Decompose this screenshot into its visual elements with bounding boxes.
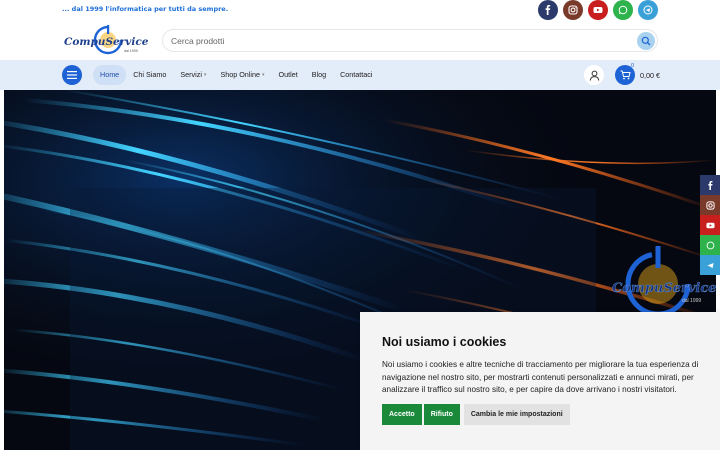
cart-count: 0: [631, 63, 635, 69]
nav-items: Home Chi Siamo Servizi ▾ Shop Online ▾ Out…: [93, 65, 379, 85]
side-instagram-link[interactable]: [700, 195, 720, 215]
nav-label: Blog: [311, 70, 327, 79]
header: CompuService dal 1999: [0, 22, 720, 60]
nav-item-outlet[interactable]: Outlet: [272, 65, 305, 85]
side-youtube-link[interactable]: [700, 215, 720, 235]
cookie-banner: Noi usiamo i cookies Noi usiamo i cookie…: [360, 312, 720, 450]
instagram-link[interactable]: [563, 0, 583, 20]
nav-label: Contattaci: [340, 70, 373, 79]
facebook-link[interactable]: [538, 0, 558, 20]
cookie-title: Noi usiamo i cookies: [382, 335, 507, 349]
whatsapp-icon: [706, 241, 714, 249]
telegram-link[interactable]: [638, 0, 658, 20]
cart-icon: [620, 70, 631, 80]
social-links-top: [538, 0, 658, 20]
nav-label: Chi Siamo: [133, 70, 167, 79]
whatsapp-icon: [618, 5, 628, 15]
cookie-text: Noi usiamo i cookies e altre tecniche di…: [382, 360, 699, 394]
youtube-icon: [593, 7, 603, 13]
youtube-link[interactable]: [588, 0, 608, 20]
nav-item-home[interactable]: Home: [93, 65, 127, 85]
cookie-buttons: Accetto Rifiuto Cambia le mie impostazio…: [382, 404, 570, 425]
search-input[interactable]: [171, 33, 611, 49]
cookie-reject-button[interactable]: Rifiuto: [423, 404, 460, 425]
side-social-bar: [700, 175, 720, 275]
instagram-icon: [705, 200, 715, 210]
nav-label: Home: [100, 70, 120, 79]
nav-item-shop-online[interactable]: Shop Online ▾: [213, 65, 271, 85]
search-bar: [162, 29, 658, 52]
cart-total[interactable]: 0,00 €: [640, 71, 660, 80]
chevron-down-icon: ▾: [203, 72, 207, 78]
nav-item-chi-siamo[interactable]: Chi Siamo: [126, 65, 173, 85]
user-icon: [589, 70, 599, 81]
facebook-icon: [707, 180, 712, 190]
whatsapp-link[interactable]: [613, 0, 633, 20]
main-nav: Home Chi Siamo Servizi ▾ Shop Online ▾ Out…: [0, 60, 720, 90]
hero-logo-sub: dal 1999: [682, 298, 701, 304]
account-button[interactable]: [584, 65, 604, 85]
search-button[interactable]: [637, 32, 655, 50]
chevron-down-icon: ▾: [262, 72, 265, 78]
cookie-accept-button[interactable]: Accetto: [382, 404, 422, 425]
nav-item-servizi[interactable]: Servizi ▾: [173, 65, 213, 85]
nav-label: Servizi: [180, 70, 202, 79]
hamburger-icon: [67, 71, 77, 79]
instagram-icon: [568, 5, 578, 15]
side-telegram-link[interactable]: [700, 255, 720, 275]
topbar: ... dal 1999 l'informatica per tutti da …: [0, 0, 720, 22]
menu-button[interactable]: [62, 65, 82, 85]
facebook-icon: [545, 5, 551, 15]
hero-logo-text: CompuService: [612, 281, 716, 296]
logo-text: CompuService: [64, 36, 148, 48]
logo-sub: dal 1999: [124, 49, 138, 53]
search-icon: [641, 36, 651, 46]
nav-item-contattaci[interactable]: Contattaci: [333, 65, 379, 85]
telegram-icon: [706, 262, 714, 268]
nav-item-blog[interactable]: Blog: [305, 65, 333, 85]
logo-graphic: CompuService dal 1999: [64, 25, 149, 55]
tagline: ... dal 1999 l'informatica per tutti da …: [62, 5, 229, 13]
side-facebook-link[interactable]: [700, 175, 720, 195]
telegram-icon: [643, 5, 653, 15]
site-logo[interactable]: CompuService dal 1999: [62, 24, 149, 56]
nav-label: Outlet: [278, 70, 298, 79]
cookie-settings-button[interactable]: Cambia le mie impostazioni: [463, 404, 570, 425]
youtube-icon: [705, 222, 715, 228]
nav-label: Shop Online: [220, 70, 260, 79]
side-whatsapp-link[interactable]: [700, 235, 720, 255]
page: ... dal 1999 l'informatica per tutti da …: [0, 0, 720, 450]
